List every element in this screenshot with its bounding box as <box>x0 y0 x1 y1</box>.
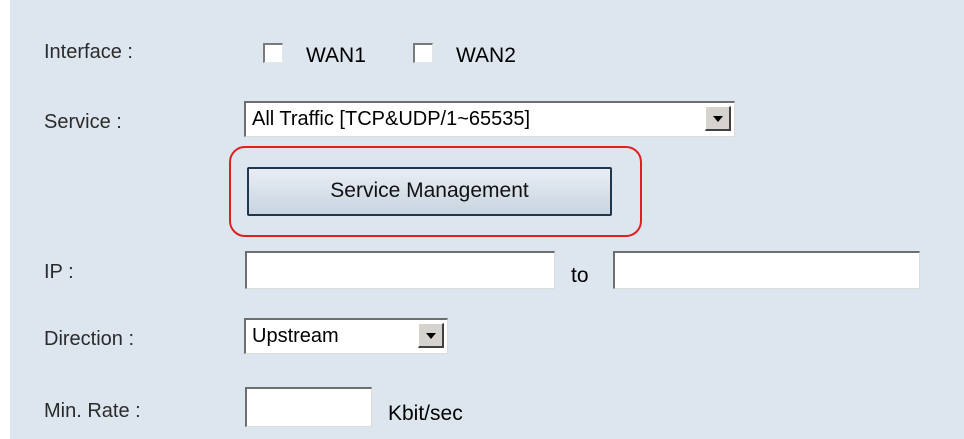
direction-select[interactable]: Upstream <box>244 318 448 354</box>
service-select-value: All Traffic [TCP&UDP/1~65535] <box>252 108 531 130</box>
ip-to-input[interactable] <box>613 251 920 289</box>
interface-label: Interface : <box>44 41 133 63</box>
direction-label: Direction : <box>44 328 135 350</box>
wan2-label: WAN2 <box>456 44 516 67</box>
min-rate-unit: Kbit/sec <box>388 402 463 425</box>
direction-select-value: Upstream <box>252 325 339 347</box>
service-management-button[interactable]: Service Management <box>247 167 612 216</box>
min-rate-input[interactable] <box>245 387 372 427</box>
chevron-down-icon[interactable] <box>418 323 444 348</box>
ip-from-input[interactable] <box>245 251 555 289</box>
settings-panel: Interface : WAN1 WAN2 Service : All Traf… <box>10 0 964 439</box>
wan1-label: WAN1 <box>306 44 366 67</box>
ip-label: IP : <box>44 261 74 283</box>
wan2-checkbox[interactable] <box>413 43 433 63</box>
service-label: Service : <box>44 111 122 133</box>
wan1-checkbox[interactable] <box>263 43 283 63</box>
min-rate-label: Min. Rate : <box>44 400 141 422</box>
service-select[interactable]: All Traffic [TCP&UDP/1~65535] <box>244 101 735 137</box>
ip-to-label: to <box>571 264 589 287</box>
chevron-down-icon[interactable] <box>705 106 731 131</box>
